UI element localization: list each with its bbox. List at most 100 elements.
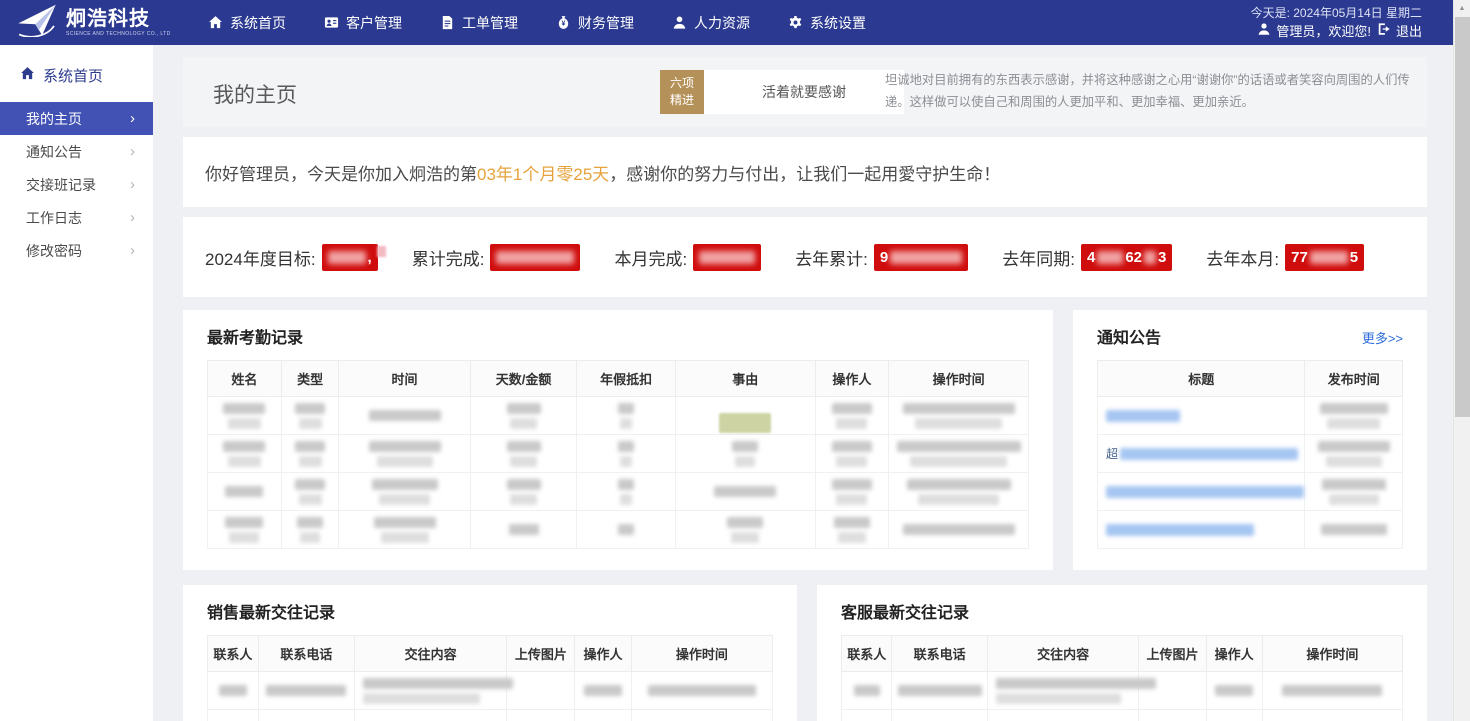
service-table: 联系人联系电话交往内容上传图片操作人操作时间 <box>841 635 1403 721</box>
redacted-text <box>507 441 541 452</box>
attendance-col-header: 事由 <box>675 361 815 397</box>
nav-item-customer[interactable]: 客户管理 <box>324 13 402 33</box>
logout-icon <box>1377 22 1391 42</box>
redacted-text <box>223 403 265 414</box>
redacted-text <box>295 479 325 490</box>
home-icon <box>20 66 35 85</box>
sidebar-item-notices[interactable]: 通知公告› <box>0 135 153 168</box>
redacted-text <box>996 678 1156 689</box>
page-scrollbar[interactable]: ▲ <box>1453 0 1470 721</box>
stat-label: 本月完成: <box>614 245 687 270</box>
redacted-text <box>299 456 322 467</box>
motto-description: 坦诚地对目前拥有的东西表示感谢，并将这种感谢之心用“谢谢你”的话语或者笑容向周围… <box>885 70 1420 113</box>
gear-icon <box>788 15 803 30</box>
sidebar-item-password[interactable]: 修改密码› <box>0 234 153 267</box>
company-subtitle: SCIENCE AND TECHNOLOGY CO., LTD <box>66 32 171 37</box>
redacted-text <box>897 441 1021 452</box>
redacted-text <box>584 685 622 696</box>
redacted-text <box>838 532 866 543</box>
nav-item-workorder[interactable]: 工单管理 <box>440 13 518 33</box>
redacted-text <box>377 456 433 467</box>
notice-title-link[interactable] <box>1098 524 1304 536</box>
sales-col-header: 联系电话 <box>258 636 354 672</box>
stat-visible-digits: 4 <box>1087 249 1095 266</box>
attendance-col-header: 天数/金额 <box>470 361 577 397</box>
redacted-value <box>890 251 962 264</box>
redacted-link-text <box>1120 448 1298 460</box>
page-title: 我的主页 <box>213 79 297 109</box>
nav-item-hr[interactable]: 人力资源 <box>672 13 750 33</box>
contacts-icon <box>324 15 339 30</box>
service-col-header: 联系人 <box>842 636 892 672</box>
sales-col-header: 操作人 <box>575 636 632 672</box>
stat-item-4: 去年同期:4623 <box>1002 244 1172 271</box>
notice-title-link[interactable] <box>1098 486 1304 498</box>
sidebar-item-handover[interactable]: 交接班记录 › <box>0 168 153 201</box>
redacted-text <box>219 685 247 696</box>
nav-item-home[interactable]: 系统首页 <box>208 13 286 33</box>
tenure-highlight: 03年1个月零25天 <box>477 165 609 184</box>
stat-label: 去年累计: <box>795 245 868 270</box>
badge-line1: 六项 <box>670 75 694 92</box>
attendance-row <box>208 397 1029 435</box>
redacted-text <box>1215 685 1253 696</box>
sales-col-header: 交往内容 <box>354 636 507 672</box>
stat-visible-digits: 77 <box>1291 249 1308 266</box>
redacted-text <box>369 410 441 421</box>
notice-title-link[interactable] <box>1098 410 1304 422</box>
redacted-text <box>229 532 259 543</box>
service-col-header: 操作时间 <box>1262 636 1402 672</box>
main-content: 我的主页 六项 精进 活着就要感谢 坦诚地对目前拥有的东西表示感谢，并将这种感谢… <box>153 45 1470 721</box>
attendance-row <box>208 511 1029 549</box>
redacted-link-text <box>1106 486 1304 498</box>
badge-line2: 精进 <box>670 92 694 109</box>
redacted-text <box>507 403 541 414</box>
greeting-banner: 你好管理员，今天是你加入炯浩的第03年1个月零25天，感谢你的努力与付出，让我们… <box>183 137 1427 207</box>
redacted-value <box>1097 251 1123 264</box>
chevron-right-icon: › <box>130 176 135 193</box>
attendance-panel: 最新考勤记录 姓名类型时间天数/金额年假抵扣事由操作人操作时间 <box>183 310 1053 570</box>
stat-label: 去年同期: <box>1002 245 1075 270</box>
redacted-text <box>510 494 537 505</box>
stat-value-block: , <box>322 244 378 271</box>
redacted-text <box>228 418 261 429</box>
scrollbar-up-arrow[interactable]: ▲ <box>1454 0 1470 12</box>
nav-label: 系统首页 <box>230 13 286 33</box>
sidebar-item-my-home[interactable]: 我的主页› <box>0 102 153 135</box>
service-col-header: 交往内容 <box>987 636 1138 672</box>
redacted-text <box>372 479 438 490</box>
nav-item-finance[interactable]: ¥财务管理 <box>556 13 634 33</box>
sidebar-item-worklog[interactable]: 工作日志› <box>0 201 153 234</box>
scrollbar-thumb[interactable] <box>1455 17 1470 417</box>
notices-more-link[interactable]: 更多>> <box>1362 328 1403 347</box>
redacted-text <box>620 418 632 429</box>
sidebar-item-label: 工作日志 <box>26 208 82 228</box>
redacted-text <box>381 532 429 543</box>
redacted-text <box>297 517 323 528</box>
service-col-header: 联系电话 <box>892 636 987 672</box>
redacted-value <box>328 251 366 264</box>
redacted-text <box>620 456 632 467</box>
redacted-text <box>898 685 982 696</box>
attendance-col-header: 操作时间 <box>889 361 1029 397</box>
redacted-text <box>915 418 1002 429</box>
notice-row <box>1098 511 1403 549</box>
nav-item-settings[interactable]: 系统设置 <box>788 13 866 33</box>
stat-visible-digits: 3 <box>1158 249 1166 266</box>
nav-label: 客户管理 <box>346 13 402 33</box>
sidebar-item-label: 交接班记录 <box>26 175 96 195</box>
notice-title-link[interactable]: 超 <box>1098 445 1304 462</box>
stat-value-block: 4623 <box>1081 244 1172 271</box>
logout-button[interactable]: 退出 <box>1377 22 1422 42</box>
notice-row: 超 <box>1098 435 1403 473</box>
notices-table: 标题发布时间超 <box>1097 360 1403 549</box>
redacted-text <box>731 532 759 543</box>
redacted-text <box>903 403 1015 414</box>
redacted-text <box>719 413 771 433</box>
user-menu[interactable]: 管理员，欢迎您! <box>1257 22 1371 42</box>
attendance-table: 姓名类型时间天数/金额年假抵扣事由操作人操作时间 <box>207 360 1029 549</box>
redacted-text <box>620 494 632 505</box>
welcome-text: 管理员，欢迎您! <box>1276 22 1371 42</box>
redacted-text <box>369 441 441 452</box>
redacted-text <box>363 678 513 689</box>
